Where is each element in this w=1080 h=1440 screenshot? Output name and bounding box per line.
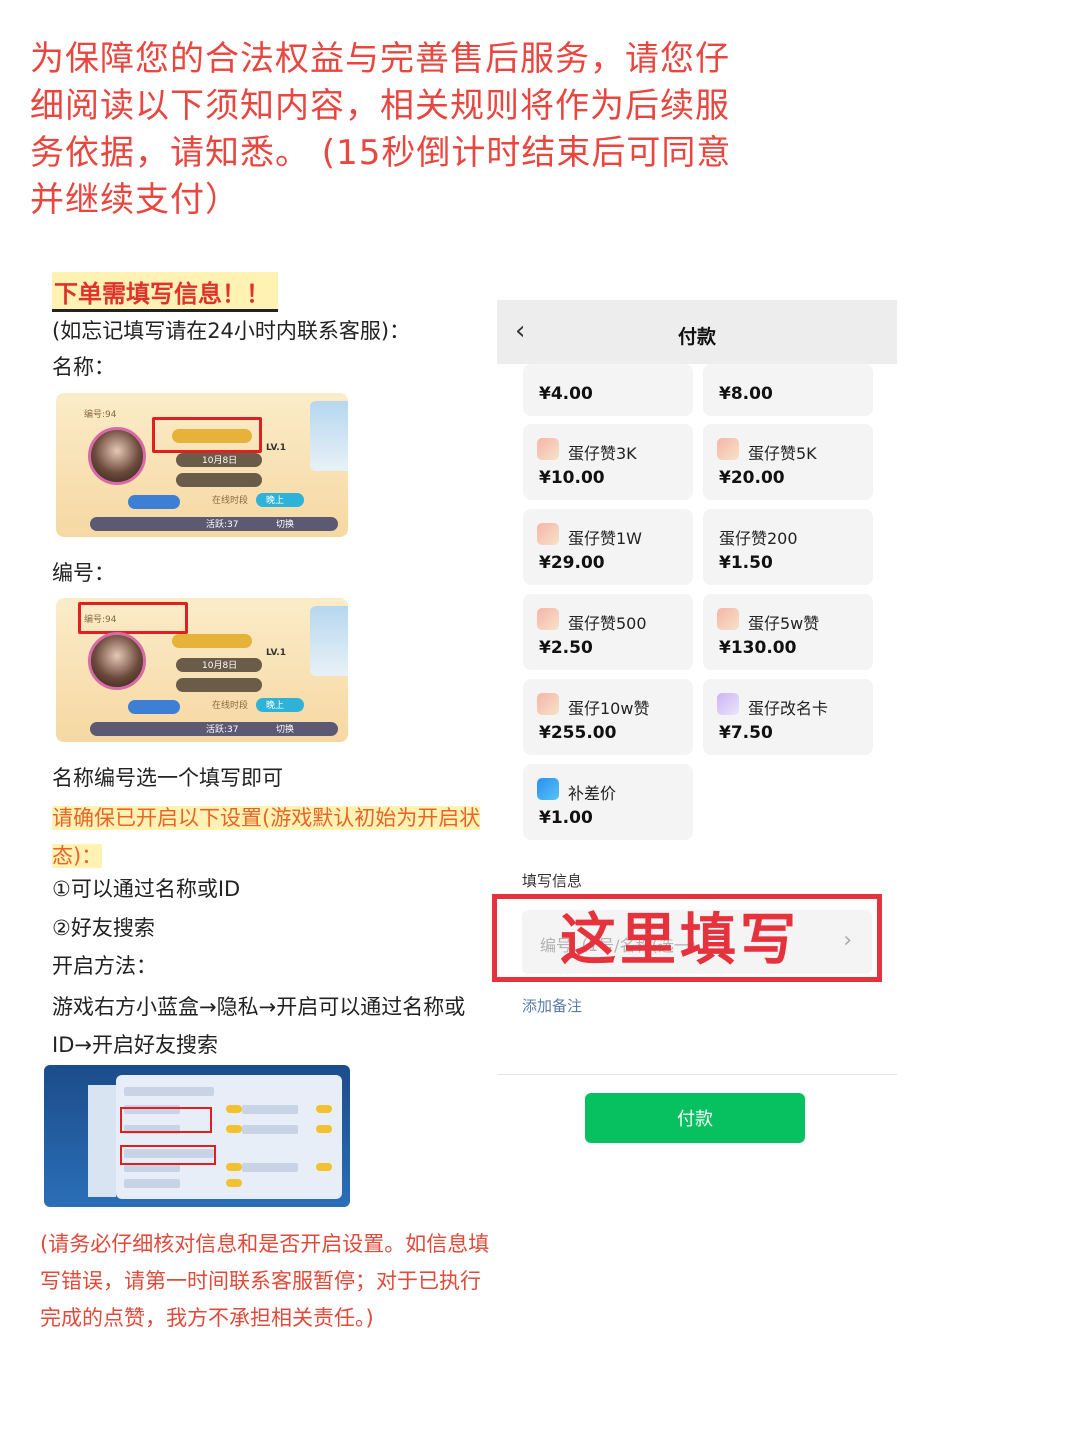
product-tile[interactable]: 蛋仔赞5K ¥20.00 <box>703 424 873 500</box>
avatar <box>88 632 146 690</box>
ensure-settings-text: 请确保已开启以下设置(游戏默认初始为开启状态)： <box>52 799 482 875</box>
game-profile-screenshot-id: 编号:94 10月8日 LV.1 在线时段 晚上 活跃:37 切换 <box>56 598 348 742</box>
product-name: 蛋仔5w赞 <box>748 614 820 633</box>
game-switch: 切换 <box>276 520 295 530</box>
product-price: ¥20.00 <box>719 468 785 488</box>
egg-icon <box>537 693 559 715</box>
product-tile[interactable]: 补差价 ¥1.00 <box>523 764 693 840</box>
game-side-panel <box>310 606 348 676</box>
friend-search-setting-highlight <box>120 1145 216 1165</box>
game-side-panel <box>310 401 348 471</box>
settings-panel <box>116 1075 342 1199</box>
id-highlight-box <box>78 602 188 634</box>
game-level: LV.1 <box>266 648 286 658</box>
product-tile[interactable]: 蛋仔赞1W ¥29.00 <box>523 509 693 585</box>
pay-button[interactable]: 付款 <box>585 1093 805 1143</box>
product-name: 蛋仔赞5K <box>748 444 817 463</box>
product-tile[interactable]: 蛋仔赞3K ¥10.00 <box>523 424 693 500</box>
game-switch: 切换 <box>276 725 295 735</box>
divider <box>497 1074 897 1075</box>
add-note-link[interactable]: 添加备注 <box>522 995 582 1016</box>
product-tile[interactable]: 蛋仔10w赞 ¥255.00 <box>523 679 693 755</box>
egg-icon <box>537 608 559 630</box>
product-tile[interactable]: 蛋仔5w赞 ¥130.00 <box>703 594 873 670</box>
forgot-note: (如忘记填写请在24小时内联系客服)： <box>52 319 411 343</box>
product-tile[interactable]: 蛋仔赞200 ¥1.50 <box>703 509 873 585</box>
game-profile-screenshot-name: 编号:94 10月8日 LV.1 在线时段 晚上 活跃:37 切换 <box>56 393 348 537</box>
notice-text: 为保障您的合法权益与完善售后服务，请您仔细阅读以下须知内容，相关规则将作为后续服… <box>30 39 732 220</box>
egg-icon <box>537 523 559 545</box>
game-level: LV.1 <box>266 443 286 453</box>
game-active: 活跃:37 <box>206 725 239 735</box>
product-name: 蛋仔赞500 <box>568 614 647 633</box>
setting-2: ②好友搜索 <box>52 916 155 940</box>
warning-note: (请务必仔细核对信息和是否开启设置。如信息填写错误，请第一时间联系客服暂停；对于… <box>40 1232 490 1330</box>
product-price: ¥1.50 <box>719 553 773 573</box>
product-price: ¥7.50 <box>719 723 773 743</box>
product-tile[interactable]: ¥4.00 <box>523 364 693 416</box>
name-id-setting-highlight <box>120 1107 212 1133</box>
product-price: ¥255.00 <box>539 723 617 743</box>
name-label: 名称： <box>52 355 115 379</box>
choose-one-text: 名称编号选一个填写即可 <box>52 766 283 790</box>
game-up-label: 晚上 <box>266 496 285 506</box>
payment-title: 付款 <box>677 326 716 348</box>
egg-icon <box>717 438 739 460</box>
method-text: 游戏右方小蓝盒→隐私→开启可以通过名称或ID→开启好友搜索 <box>52 995 466 1057</box>
settings-menu <box>88 1085 116 1197</box>
game-online-label: 在线时段 <box>212 701 249 711</box>
product-name: 蛋仔改名卡 <box>748 699 829 718</box>
product-name: 蛋仔10w赞 <box>568 699 650 718</box>
method-label: 开启方法： <box>52 954 157 978</box>
payment-header: ‹ 付款 <box>497 300 897 364</box>
name-highlight-box <box>152 417 262 453</box>
game-online-label: 在线时段 <box>212 496 249 506</box>
product-name: 蛋仔赞200 <box>719 529 798 548</box>
product-tile[interactable]: 蛋仔改名卡 ¥7.50 <box>703 679 873 755</box>
product-price: ¥8.00 <box>719 384 773 404</box>
game-active: 活跃:37 <box>206 520 239 530</box>
fill-info-label: 填写信息 <box>522 872 583 890</box>
id-label: 编号： <box>52 561 115 585</box>
game-id-text: 编号:94 <box>84 410 117 420</box>
ensure-settings-highlight: 请确保已开启以下设置(游戏默认初始为开启状态)： <box>52 806 481 868</box>
product-price: ¥10.00 <box>539 468 605 488</box>
egg-icon <box>717 608 739 630</box>
avatar <box>88 427 146 485</box>
rename-card-icon <box>717 693 739 715</box>
fill-here-overlay: 这里填写 <box>560 908 800 973</box>
game-settings-screenshot <box>44 1065 350 1207</box>
game-up-label: 晚上 <box>266 701 285 711</box>
game-date: 10月8日 <box>202 456 238 466</box>
product-price: ¥2.50 <box>539 638 593 658</box>
egg-icon <box>537 438 559 460</box>
product-name: 蛋仔赞3K <box>568 444 637 463</box>
setting-1: ①可以通过名称或ID <box>52 877 241 901</box>
product-price: ¥1.00 <box>539 808 593 828</box>
product-price: ¥4.00 <box>539 384 593 404</box>
product-tile[interactable]: ¥8.00 <box>703 364 873 416</box>
product-name: 蛋仔赞1W <box>568 529 643 548</box>
product-name: 补差价 <box>568 784 617 803</box>
order-info-title: 下单需填写信息！！ <box>52 272 278 312</box>
product-price: ¥130.00 <box>719 638 797 658</box>
game-date: 10月8日 <box>202 661 238 671</box>
product-price: ¥29.00 <box>539 553 605 573</box>
product-tile[interactable]: 蛋仔赞500 ¥2.50 <box>523 594 693 670</box>
app-icon <box>537 778 559 800</box>
